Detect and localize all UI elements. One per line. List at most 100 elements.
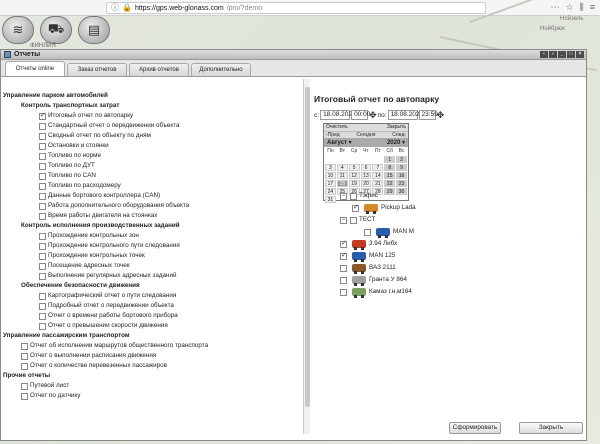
calendar-day[interactable]: 19 <box>348 180 360 187</box>
calendar-day[interactable]: 20 <box>360 180 372 187</box>
calendar-day[interactable]: 18 <box>336 180 348 187</box>
report-item[interactable]: Отчет о времени работы бортового прибора <box>3 311 309 321</box>
report-checkbox[interactable] <box>21 362 28 370</box>
window-prev-button[interactable]: ‹ <box>540 51 548 58</box>
report-checkbox[interactable] <box>39 302 46 310</box>
close-button[interactable]: Закрыть <box>519 422 583 434</box>
report-checkbox[interactable] <box>39 202 46 210</box>
report-item[interactable]: Отчет о выполнении расписания движения <box>3 351 309 361</box>
report-item[interactable]: Стандартный отчет о передвижении объекта <box>3 121 309 131</box>
report-checkbox[interactable] <box>39 252 46 260</box>
report-checkbox[interactable] <box>39 292 46 300</box>
vehicle-checkbox[interactable] <box>340 239 347 249</box>
calendar-day[interactable]: 16 <box>396 172 407 179</box>
vehicle-item[interactable]: MAN 125 <box>340 251 580 262</box>
vehicle-checkbox[interactable] <box>352 203 359 213</box>
report-item[interactable]: Топливо по расходомеру <box>3 181 309 191</box>
vehicle-group[interactable]: − Тэфис <box>340 191 580 201</box>
report-checkbox[interactable] <box>39 152 46 160</box>
report-item[interactable]: Топливо по CAN <box>3 171 309 181</box>
report-checkbox[interactable] <box>39 212 46 220</box>
report-checkbox[interactable] <box>39 322 46 330</box>
calendar-day[interactable]: 12 <box>348 172 360 179</box>
calendar-day[interactable]: 8 <box>384 164 396 171</box>
report-checkbox[interactable] <box>21 342 28 350</box>
tab-reports-archive[interactable]: Архив отчетов <box>129 63 189 76</box>
calendar-prev-button[interactable]: ‹Пред <box>326 132 340 138</box>
vehicle-item[interactable]: Pickup Lada <box>340 203 580 214</box>
menu-dots-icon[interactable]: ⋯ <box>551 2 560 13</box>
report-checkbox[interactable] <box>39 172 46 180</box>
calendar-day[interactable]: 24 <box>325 188 336 195</box>
vehicle-checkbox[interactable] <box>364 228 371 236</box>
calendar-day[interactable]: 13 <box>360 172 372 179</box>
calendar-day[interactable]: 31 <box>325 196 336 203</box>
hamburger-menu-icon[interactable]: ≡ <box>590 2 595 13</box>
window-titlebar[interactable]: Отчеты ‹ › _ □ × <box>1 50 586 60</box>
vehicle-group[interactable]: − ТЕСТ <box>340 215 580 225</box>
report-item[interactable]: Подробный отчет о передвижении объекта <box>3 301 309 311</box>
calendar-day[interactable]: 15 <box>384 172 396 179</box>
calendar-today-button[interactable]: Сегодня <box>356 132 375 138</box>
vehicle-item[interactable]: 3.94 Либх <box>340 239 580 250</box>
vehicle-checkbox[interactable] <box>340 251 347 261</box>
report-item[interactable]: Путевой лист <box>3 381 309 391</box>
report-checkbox[interactable] <box>39 142 46 150</box>
group-checkbox[interactable] <box>350 216 357 224</box>
calendar-close-button[interactable]: Закрыть <box>387 124 406 131</box>
calendar-day[interactable]: 2 <box>396 156 407 163</box>
calendar-next-button[interactable]: След› <box>392 132 406 138</box>
month-select[interactable]: Август ▾ <box>327 139 352 146</box>
report-item[interactable]: Итоговый отчет по автопарку <box>3 111 309 121</box>
report-checkbox[interactable] <box>39 232 46 240</box>
calendar-clear-button[interactable]: Очистить <box>326 124 348 131</box>
report-item[interactable]: Посещение адресных точек <box>3 261 309 271</box>
layers-button[interactable]: ≋ <box>2 16 34 44</box>
tab-order-reports[interactable]: Заказ отчетов <box>67 63 127 76</box>
report-checkbox[interactable] <box>21 382 28 390</box>
report-checkbox[interactable] <box>39 132 46 140</box>
calendar-day[interactable]: 22 <box>384 180 396 187</box>
tab-reports-online[interactable]: Отчеты online <box>5 61 65 76</box>
move-icon[interactable]: ✥ <box>437 111 445 120</box>
vehicle-item[interactable]: Гранта У 864 <box>340 275 580 286</box>
calendar-day[interactable]: 11 <box>336 172 348 179</box>
report-list-scrollbar[interactable] <box>303 79 310 434</box>
window-close-button[interactable]: × <box>576 51 584 58</box>
vehicle-item[interactable]: MAN M <box>340 227 580 238</box>
reports-button[interactable]: ▤ <box>78 16 110 44</box>
bookmark-star-icon[interactable]: ☆ <box>566 2 574 13</box>
report-item[interactable]: Отчет об исполнении маршрутов общественн… <box>3 341 309 351</box>
calendar-day[interactable]: 17 <box>325 180 336 187</box>
group-checkbox[interactable] <box>350 192 357 200</box>
report-item[interactable]: Время работы двигателя на стоянках <box>3 211 309 221</box>
report-item[interactable]: Отчет по датчику <box>3 391 309 401</box>
report-checkbox[interactable] <box>21 352 28 360</box>
calendar-day[interactable]: 9 <box>396 164 407 171</box>
collapse-toggle[interactable]: − <box>340 192 347 200</box>
collapse-toggle[interactable]: − <box>340 216 347 224</box>
report-checkbox[interactable] <box>39 122 46 130</box>
vehicle-item[interactable]: Камаз г.н.м164 <box>340 287 580 298</box>
report-item[interactable]: Топливо по ДУТ <box>3 161 309 171</box>
calendar-day[interactable]: 5 <box>348 164 360 171</box>
window-next-button[interactable]: › <box>549 51 557 58</box>
report-item[interactable]: Прохождение контрольных зон <box>3 231 309 241</box>
calendar-day[interactable]: 4 <box>336 164 348 171</box>
calendar-day[interactable]: 10 <box>325 172 336 179</box>
report-item[interactable]: Прохождение контрольных точек <box>3 251 309 261</box>
report-item[interactable]: Прохождение контрольного пути следования <box>3 241 309 251</box>
report-checkbox[interactable] <box>39 312 46 320</box>
calendar-day[interactable]: 14 <box>372 172 384 179</box>
vehicle-checkbox[interactable] <box>340 288 347 296</box>
report-item[interactable]: Топливо по норме <box>3 151 309 161</box>
report-checkbox[interactable] <box>39 111 46 121</box>
from-time-input[interactable]: 00:00 <box>351 110 370 120</box>
calendar-day[interactable]: 23 <box>396 180 407 187</box>
calendar-day[interactable]: 1 <box>384 156 396 163</box>
report-item[interactable]: Выполнение регулярных адресных заданий <box>3 271 309 281</box>
library-icon[interactable]: ⫼ <box>580 2 584 13</box>
report-checkbox[interactable] <box>21 392 28 400</box>
vehicle-checkbox[interactable] <box>340 276 347 284</box>
vehicle-item[interactable]: ВАЗ 2111 <box>340 263 580 274</box>
